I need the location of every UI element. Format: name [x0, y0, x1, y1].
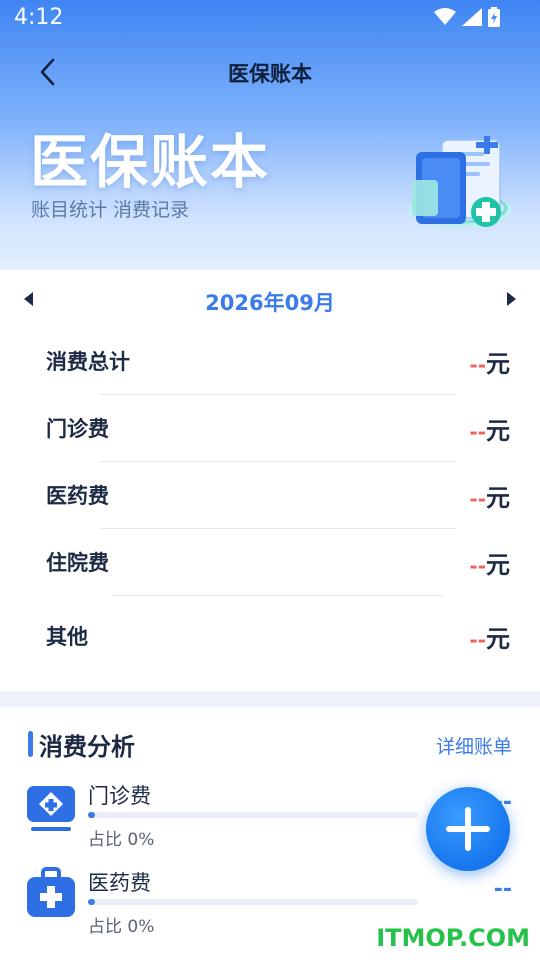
summary-label: 住院费 [46, 551, 109, 575]
detailed-bill-link[interactable]: 详细账单 [436, 732, 512, 759]
status-icons [434, 7, 500, 27]
summary-label: 门诊费 [46, 417, 109, 441]
wifi-icon [434, 8, 456, 25]
analysis-item-name: 门诊费 [88, 784, 151, 808]
header-hero: 4:12 医保账本 医保账本 账目统计 消费记录 [0, 0, 540, 270]
summary-value-dash: -- [469, 420, 486, 444]
plus-icon [446, 807, 490, 851]
summary-value-unit: 元 [486, 350, 510, 378]
summary-label: 医药费 [46, 484, 109, 508]
summary-value-unit: 元 [486, 625, 510, 653]
next-month-button[interactable] [504, 290, 518, 308]
status-time: 4:12 [14, 5, 64, 30]
analysis-progress-fill [88, 812, 95, 818]
divider [100, 394, 456, 395]
summary-value-unit: 元 [486, 484, 510, 512]
summary-label: 其他 [46, 625, 88, 649]
medical-book-illustration [408, 136, 512, 228]
nav-title: 医保账本 [228, 62, 312, 86]
hero-title: 医保账本 [30, 128, 271, 196]
divider [100, 461, 456, 462]
analysis-item-name: 医药费 [88, 871, 151, 895]
analysis-item-percent: 占比 0% [88, 917, 155, 937]
analysis-item-percent: 占比 0% [88, 830, 155, 850]
watermark: ITMOP.COM [376, 924, 530, 952]
divider [112, 595, 444, 596]
analysis-progress-track [88, 899, 418, 905]
summary-row-clinic: 门诊费 --元 [0, 397, 540, 463]
summary-row-hospital: 住院费 --元 [0, 531, 540, 597]
summary-row-total: 消费总计 --元 [0, 330, 540, 396]
analysis-header: 消费分析 详细账单 [0, 707, 540, 777]
analysis-progress-fill [88, 899, 95, 905]
summary-value-dash: -- [469, 628, 486, 652]
section-accent-bar [28, 731, 33, 757]
section-divider [0, 691, 540, 707]
divider [100, 528, 456, 529]
month-label[interactable]: 2026年09月 [0, 287, 540, 317]
month-selector: 2026年09月 [0, 270, 540, 330]
analysis-progress-track [88, 812, 418, 818]
summary-value: --元 [469, 411, 510, 446]
summary-value: --元 [469, 619, 510, 654]
status-bar: 4:12 [0, 0, 540, 38]
summary-value-dash: -- [469, 353, 486, 377]
hero-subtitle: 账目统计 消费记录 [31, 199, 190, 221]
summary-value-unit: 元 [486, 551, 510, 579]
add-record-button[interactable] [426, 787, 510, 871]
triangle-right-icon [507, 292, 516, 306]
signal-icon [462, 8, 482, 26]
summary-value-unit: 元 [486, 417, 510, 445]
medicine-kit-icon [27, 867, 75, 917]
summary-row-medicine: 医药费 --元 [0, 464, 540, 530]
summary-value-dash: -- [469, 554, 486, 578]
summary-value: --元 [469, 478, 510, 513]
summary-value: --元 [469, 545, 510, 580]
summary-row-other: 其他 --元 [0, 605, 540, 671]
clinic-icon [27, 786, 75, 831]
summary-value-dash: -- [469, 487, 486, 511]
summary-value: --元 [469, 344, 510, 379]
analysis-title: 消费分析 [39, 733, 135, 761]
summary-label: 消费总计 [46, 350, 130, 374]
analysis-item-value: -- [493, 877, 512, 902]
battery-icon [488, 7, 500, 27]
